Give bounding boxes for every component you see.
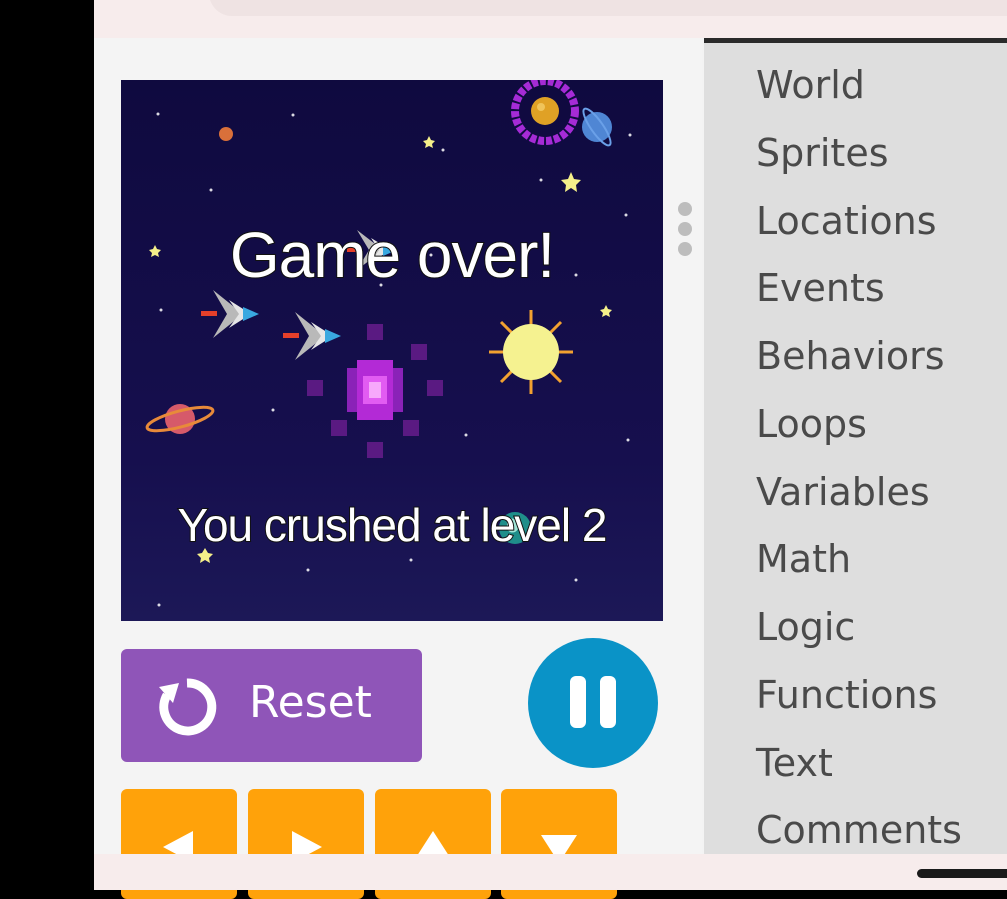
toolbox-category-locations[interactable]: Locations (756, 199, 937, 243)
app-screen: Game over! You crushed at level 2 Reset (94, 0, 1007, 899)
toolbox-category-sprites[interactable]: Sprites (756, 131, 889, 175)
toolbox-category-events[interactable]: Events (756, 266, 885, 310)
pause-bar-left (570, 676, 586, 728)
top-pill (209, 0, 1007, 16)
game-canvas[interactable]: Game over! You crushed at level 2 (121, 80, 663, 621)
toolbox-category-loops[interactable]: Loops (756, 402, 867, 446)
game-over-message: You crushed at level 2 (177, 498, 609, 552)
toolbox-category-variables[interactable]: Variables (756, 470, 930, 514)
toolbox-category-math[interactable]: Math (756, 537, 851, 581)
home-indicator[interactable] (917, 869, 1007, 878)
game-over-title: Game over! (229, 218, 556, 292)
toolbox-category-text[interactable]: Text (756, 741, 833, 785)
reset-label: Reset (249, 677, 372, 728)
handle-dot (678, 202, 692, 216)
toolbox-category-behaviors[interactable]: Behaviors (756, 334, 945, 378)
screen-edge (0, 0, 94, 890)
handle-dot (678, 242, 692, 256)
toolbox-category-functions[interactable]: Functions (756, 673, 937, 717)
toolbox-category-comments[interactable]: Comments (756, 808, 962, 852)
top-bar (94, 0, 1007, 38)
bottom-bar (94, 854, 1007, 890)
small-planet (219, 127, 233, 141)
toolbox-category-logic[interactable]: Logic (756, 605, 855, 649)
reset-button[interactable]: Reset (121, 649, 422, 762)
blue-planet (582, 107, 612, 147)
sun (489, 310, 573, 394)
pause-button[interactable] (528, 638, 658, 768)
toolbox: World Sprites Locations Events Behaviors… (704, 38, 1007, 854)
explosion (307, 324, 443, 458)
pause-bar-right (600, 676, 616, 728)
toolbox-category-world[interactable]: World (756, 63, 865, 107)
spaceship (283, 312, 341, 360)
reset-icon (159, 678, 217, 736)
play-area: Game over! You crushed at level 2 Reset (94, 38, 702, 899)
handle-dot (678, 222, 692, 236)
saturn-planet (145, 404, 215, 434)
spaceship (201, 290, 259, 338)
ring-planet (511, 80, 579, 145)
